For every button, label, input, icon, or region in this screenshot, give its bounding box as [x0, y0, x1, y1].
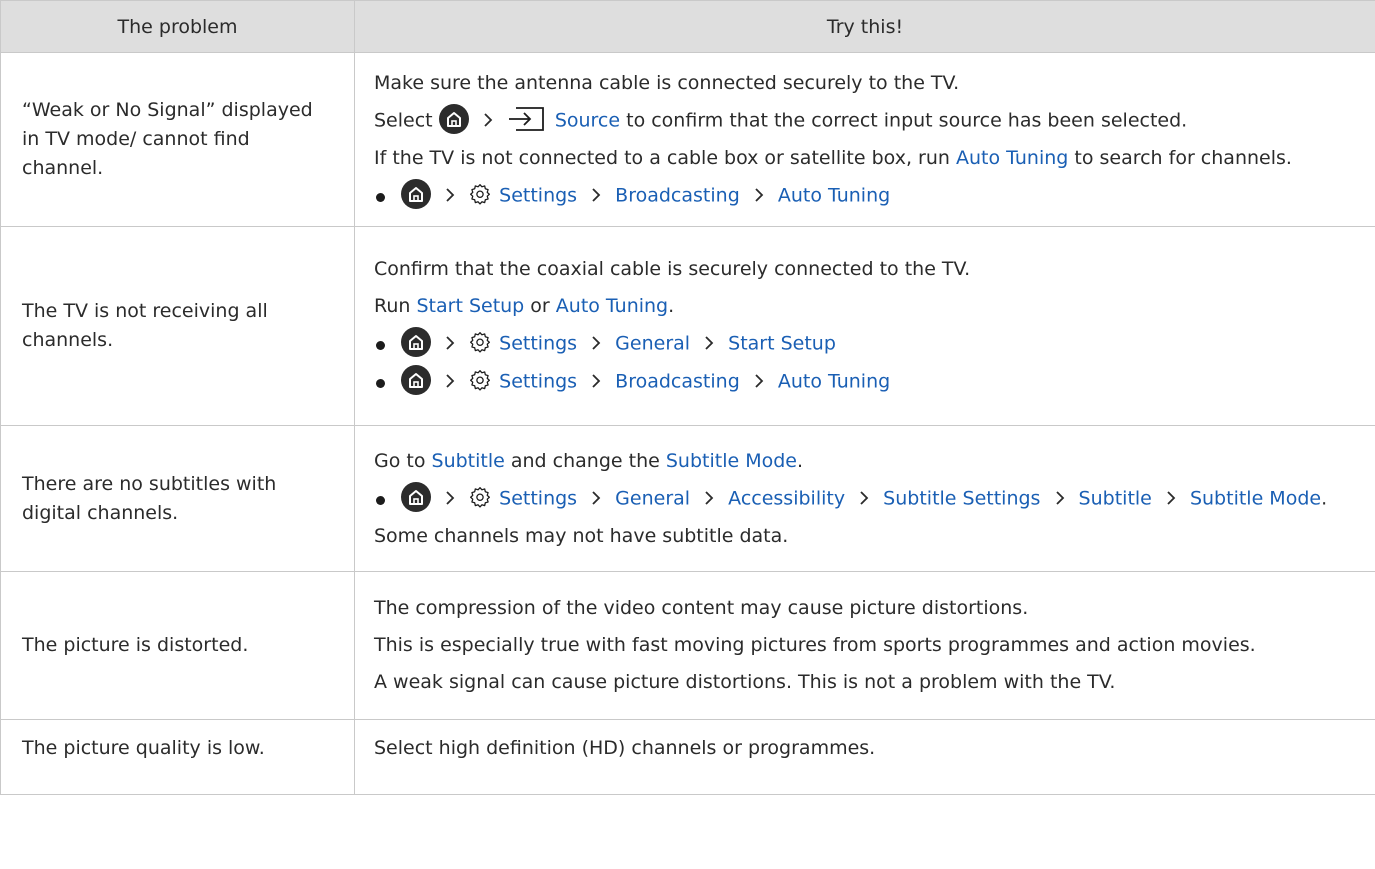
- menu-path-item[interactable]: Auto Tuning: [778, 184, 890, 206]
- problem-cell: The picture is distorted.: [0, 571, 355, 720]
- text: and change the: [510, 449, 660, 472]
- chevron-right-icon: [755, 374, 764, 388]
- source-input-icon: [508, 106, 544, 131]
- solution-cell: Select high definition (HD) channels or …: [354, 719, 1375, 795]
- solution-line: If the TV is not connected to a cable bo…: [374, 144, 1367, 173]
- link-auto-tuning[interactable]: Auto Tuning: [956, 147, 1068, 169]
- chevron-right-icon: [860, 490, 869, 505]
- menu-path-item[interactable]: Settings: [499, 371, 577, 393]
- chevron-right-icon: [705, 490, 714, 505]
- chevron-right-icon: [446, 490, 455, 505]
- menu-path-item[interactable]: Settings: [499, 333, 577, 355]
- solution-line: Run Start Setup or Auto Tuning.: [374, 292, 1367, 321]
- text: Select: [374, 109, 433, 131]
- bullet: [376, 495, 385, 505]
- link-source[interactable]: Source: [555, 109, 620, 131]
- menu-path-item[interactable]: General: [615, 487, 690, 509]
- text: to confirm that the correct input source…: [626, 109, 1188, 131]
- menu-path: Settings General Start Setup: [374, 327, 1367, 359]
- column-header-solution: Try this!: [354, 0, 1375, 53]
- menu-path-item[interactable]: Subtitle Settings: [883, 487, 1040, 509]
- home-icon: [438, 103, 469, 134]
- table-row: There are no subtitles with digital chan…: [0, 425, 1375, 572]
- menu-path: Settings Broadcasting Auto Tuning: [374, 178, 1367, 211]
- link-subtitle[interactable]: Subtitle: [432, 450, 505, 472]
- solution-line: Confirm that the coaxial cable is secure…: [374, 258, 971, 280]
- text: or: [530, 295, 550, 317]
- solution-cell: The compression of the video content may…: [354, 571, 1375, 720]
- table-row: The picture is distorted. The compressio…: [0, 571, 1375, 720]
- chevron-right-icon: [446, 187, 455, 202]
- chevron-right-icon: [592, 490, 601, 505]
- text: .: [668, 295, 675, 317]
- menu-path-item[interactable]: General: [615, 333, 690, 355]
- home-icon: [401, 365, 431, 395]
- chevron-right-icon: [484, 112, 492, 127]
- chevron-right-icon: [705, 336, 714, 350]
- menu-path-item[interactable]: Subtitle: [1079, 487, 1152, 509]
- chevron-right-icon: [1167, 490, 1176, 505]
- table-row: The TV is not receiving all channels. Co…: [0, 226, 1375, 426]
- table-header-row: The problem Try this!: [0, 0, 1375, 53]
- bullet: [376, 379, 385, 388]
- solution-line: Select Source to confirm that the correc…: [374, 103, 1367, 136]
- column-header-problem: The problem: [0, 0, 355, 53]
- text: .: [1321, 487, 1328, 509]
- bullet: [376, 192, 385, 202]
- troubleshooting-table: The problem Try this! “Weak or No Signal…: [0, 0, 1375, 795]
- gear-icon: [470, 486, 491, 508]
- solution-line: Go to Subtitle and change the Subtitle M…: [374, 447, 1367, 476]
- home-icon: [401, 178, 431, 209]
- solution-line: This is especially true with fast moving…: [374, 634, 1256, 656]
- solution-line: Make sure the antenna cable is connected…: [374, 71, 960, 94]
- menu-path-item[interactable]: Accessibility: [728, 487, 845, 509]
- menu-path-item[interactable]: Subtitle Mode: [1190, 487, 1321, 509]
- home-icon: [401, 481, 431, 512]
- text: If the TV is not connected to a cable bo…: [374, 146, 950, 169]
- menu-path: Settings General Accessibility Subtitle …: [374, 481, 1367, 514]
- text: .: [796, 449, 804, 472]
- home-icon: [401, 327, 431, 357]
- link-auto-tuning[interactable]: Auto Tuning: [556, 295, 668, 317]
- bullet: [376, 341, 385, 350]
- menu-path-item[interactable]: Settings: [499, 184, 577, 206]
- menu-path: Settings Broadcasting Auto Tuning: [374, 365, 1367, 397]
- problem-cell: The TV is not receiving all channels.: [0, 226, 355, 426]
- link-start-setup[interactable]: Start Setup: [416, 295, 524, 317]
- solution-cell: Make sure the antenna cable is connected…: [354, 52, 1375, 227]
- table-row: The picture quality is low. Select high …: [0, 719, 1375, 795]
- text: Run: [374, 295, 411, 317]
- menu-path-item[interactable]: Broadcasting: [615, 184, 740, 206]
- problem-cell: There are no subtitles with digital chan…: [0, 425, 355, 572]
- link-subtitle-mode[interactable]: Subtitle Mode: [666, 450, 797, 472]
- chevron-right-icon: [446, 374, 455, 388]
- chevron-right-icon: [592, 374, 601, 388]
- solution-line: A weak signal can cause picture distorti…: [374, 671, 1116, 693]
- menu-path-item[interactable]: Auto Tuning: [778, 371, 890, 393]
- solution-line: The compression of the video content may…: [374, 597, 1029, 619]
- solution-line: Some channels may not have subtitle data…: [374, 524, 789, 547]
- problem-cell: The picture quality is low.: [0, 719, 355, 795]
- gear-icon: [470, 370, 491, 391]
- chevron-right-icon: [592, 336, 601, 350]
- chevron-right-icon: [446, 336, 455, 350]
- solution-cell: Go to Subtitle and change the Subtitle M…: [354, 425, 1375, 572]
- text: Go to: [374, 449, 426, 472]
- solution-line: Select high definition (HD) channels or …: [374, 737, 876, 759]
- chevron-right-icon: [755, 187, 764, 202]
- chevron-right-icon: [592, 187, 601, 202]
- solution-cell: Confirm that the coaxial cable is secure…: [354, 226, 1375, 426]
- chevron-right-icon: [1055, 490, 1064, 505]
- table-row: “Weak or No Signal” displayed in TV mode…: [0, 52, 1375, 227]
- menu-path-item[interactable]: Settings: [499, 487, 577, 509]
- gear-icon: [470, 332, 491, 353]
- menu-path-item[interactable]: Start Setup: [728, 333, 836, 355]
- gear-icon: [470, 183, 491, 205]
- problem-cell: “Weak or No Signal” displayed in TV mode…: [0, 52, 355, 227]
- text: to search for channels.: [1074, 146, 1292, 169]
- menu-path-item[interactable]: Broadcasting: [615, 371, 740, 393]
